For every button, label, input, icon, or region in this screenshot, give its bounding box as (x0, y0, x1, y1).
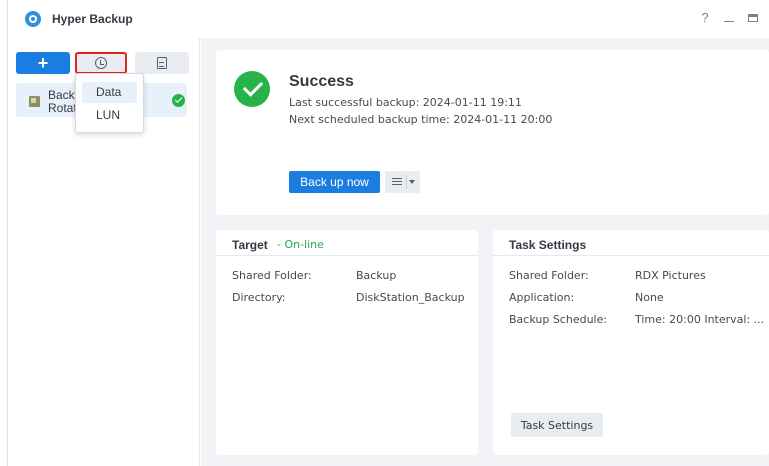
task-name-line2: Rotat (48, 101, 77, 115)
menu-icon (392, 178, 402, 185)
status-card: Success Last successful backup: 2024-01-… (216, 50, 769, 215)
target-online-status: - On-line (277, 238, 324, 251)
task-settings-card: Task Settings Shared Folder: RDX Picture… (493, 230, 769, 455)
restore-button[interactable] (75, 52, 127, 74)
help-button[interactable]: ? (697, 10, 713, 25)
maximize-button[interactable] (745, 10, 761, 25)
chevron-down-icon (409, 180, 415, 184)
task-success-icon (172, 94, 185, 107)
target-shared-folder-label: Shared Folder: (232, 269, 312, 282)
window-left-edge (0, 0, 8, 466)
button-divider (406, 175, 407, 189)
target-directory-value: DiskStation_Backup (356, 291, 465, 304)
target-shared-folder-value: Backup (356, 269, 397, 282)
app-title: Hyper Backup (52, 12, 133, 26)
last-backup-text: Last successful backup: 2024-01-11 19:11 (289, 96, 522, 109)
target-title: Target (232, 238, 268, 252)
settings-application-label: Application: (509, 291, 575, 304)
settings-schedule-value: Time: 20:00 Interval: ... (635, 313, 765, 326)
status-title: Success (289, 73, 354, 90)
task-settings-button[interactable]: Task Settings (511, 413, 603, 437)
settings-shared-folder-label: Shared Folder: (509, 269, 589, 282)
settings-schedule-label: Backup Schedule: (509, 313, 608, 326)
task-settings-title: Task Settings (509, 238, 587, 252)
restore-history-icon (95, 57, 107, 69)
minimize-button[interactable] (721, 10, 737, 25)
add-task-button[interactable]: + (16, 52, 70, 74)
settings-shared-folder-value: RDX Pictures (635, 269, 706, 282)
back-up-now-button[interactable]: Back up now (289, 171, 380, 193)
target-directory-label: Directory: (232, 291, 286, 304)
task-type-icon (29, 96, 40, 107)
settings-application-value: None (635, 291, 664, 304)
target-card: Target - On-line Shared Folder: Backup D… (216, 230, 478, 455)
target-card-header: Target - On-line (216, 230, 478, 256)
next-backup-text: Next scheduled backup time: 2024-01-11 2… (289, 113, 553, 126)
minimize-icon (724, 20, 734, 22)
log-document-icon (157, 57, 167, 69)
hyper-backup-logo-icon (25, 11, 41, 27)
menu-item-data[interactable]: Data (82, 82, 137, 103)
task-settings-card-header: Task Settings (493, 230, 769, 256)
title-bar: Hyper Backup ? (9, 0, 769, 38)
success-check-icon (234, 71, 270, 107)
main-panel: Success Last successful backup: 2024-01-… (201, 38, 769, 466)
log-button[interactable] (135, 52, 189, 74)
menu-item-lun[interactable]: LUN (82, 105, 137, 126)
restore-dropdown-menu: Data LUN (75, 73, 144, 133)
maximize-icon (748, 14, 758, 22)
more-actions-button[interactable] (385, 171, 420, 193)
